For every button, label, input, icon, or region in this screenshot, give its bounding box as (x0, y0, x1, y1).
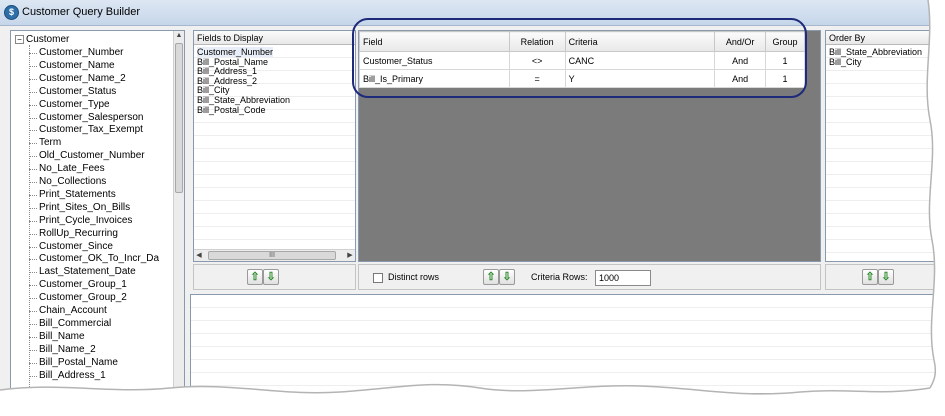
tree-item[interactable]: No_Late_Fees (29, 163, 105, 174)
results-grid[interactable] (190, 294, 945, 394)
criteria-cell-criteria[interactable]: Y (564, 69, 716, 88)
tree-item[interactable]: Last_Statement_Date (29, 266, 136, 277)
criteria-toolbar: Distinct rows ⇧ ⇩ Criteria Rows: 1000 (358, 264, 821, 290)
col-header-relation[interactable]: Relation (508, 31, 566, 52)
tree-item[interactable]: RollUp_Recurring (29, 228, 118, 239)
tree-item[interactable]: Customer_Since (29, 241, 113, 252)
order-by-list[interactable]: Order By Bill_State_Abbreviation Bill_Cit… (825, 30, 945, 262)
tree-item[interactable]: Customer_Name_2 (29, 73, 126, 84)
criteria-cell-criteria[interactable]: CANC (564, 51, 716, 70)
tree-item[interactable]: Print_Cycle_Invoices (28, 215, 132, 226)
tree-item[interactable]: Bill_Postal_Name (29, 357, 118, 368)
app-icon: $ (4, 5, 19, 20)
tree-item[interactable]: Print_Statements (29, 189, 116, 200)
scroll-up-icon[interactable]: ▲ (174, 31, 184, 41)
move-down-icon[interactable]: ⇩ (499, 269, 515, 285)
criteria-cell-field[interactable]: Bill_Is_Primary (359, 69, 510, 88)
tree-item[interactable]: Bill_Address_1 (29, 370, 106, 381)
tree-connector (29, 45, 30, 389)
title-bar: $ Customer Query Builder (0, 0, 945, 26)
fields-list-item[interactable]: Bill_Address_1 (197, 66, 257, 76)
fields-list-item[interactable]: Bill_Address_2 (197, 76, 257, 86)
order-by-toolbar: ⇧ ⇩ (825, 264, 945, 290)
move-down-icon[interactable]: ⇩ (878, 269, 894, 285)
tree-item[interactable]: Customer_Tax_Exempt (29, 124, 143, 135)
criteria-table: Field Relation Criteria And/Or Group Cus… (359, 31, 805, 88)
move-up-icon[interactable]: ⇧ (247, 269, 263, 285)
col-header-field[interactable]: Field (359, 31, 510, 52)
tree-item[interactable]: Term (28, 137, 61, 148)
window-control-button[interactable] (929, 3, 945, 21)
tree-vertical-scrollbar[interactable]: ▲ (173, 31, 184, 389)
criteria-cell-field[interactable]: Customer_Status (359, 51, 510, 70)
fields-to-display-list[interactable]: Fields to Display Customer_Number Bill_Po… (193, 30, 356, 262)
window-title: Customer Query Builder (22, 6, 140, 18)
collapse-icon[interactable]: − (15, 34, 24, 44)
tree-item[interactable]: Bill_Name (29, 331, 85, 342)
tree-item[interactable]: Customer_Status (28, 86, 116, 97)
col-header-group[interactable]: Group (765, 31, 805, 52)
fields-toolbar: ⇧ ⇩ (193, 264, 356, 290)
order-by-item[interactable]: Bill_City (829, 57, 862, 67)
scroll-right-icon[interactable]: ▶ (345, 250, 355, 261)
order-by-header: Order By (826, 31, 944, 45)
distinct-rows-checkbox[interactable] (373, 273, 383, 283)
scroll-left-icon[interactable]: ◀ (194, 250, 204, 261)
fields-list-item[interactable]: Bill_Postal_Name (197, 57, 268, 67)
criteria-grid: Field Relation Criteria And/Or Group Cus… (358, 30, 821, 262)
criteria-cell-group[interactable]: 1 (765, 51, 805, 70)
tree-item[interactable]: Customer_Salesperson (29, 112, 144, 123)
criteria-cell-and-or[interactable]: And (714, 51, 767, 70)
tree-item[interactable]: Customer_Group_1 (29, 279, 127, 290)
col-header-criteria[interactable]: Criteria (564, 31, 716, 52)
criteria-row[interactable]: Bill_Is_Primary = Y And 1 (359, 69, 805, 88)
tree-item[interactable]: Customer_Name (29, 60, 115, 71)
tree-root-label: Customer (26, 34, 70, 45)
tree-item[interactable]: Customer_Type (29, 99, 110, 110)
tree-item[interactable]: Customer_OK_To_Incr_Da (28, 253, 159, 264)
scroll-thumb[interactable] (175, 43, 183, 193)
tree-item[interactable]: Print_Sites_On_Bills (28, 202, 130, 213)
distinct-rows-label: Distinct rows (388, 272, 440, 282)
fields-horizontal-scrollbar[interactable]: ◀ III ▶ (194, 249, 355, 261)
criteria-row[interactable]: Customer_Status <> CANC And 1 (359, 51, 805, 70)
fields-list-item[interactable]: Customer_Number (197, 47, 274, 57)
tree-root[interactable]: − Customer (15, 34, 69, 45)
move-up-icon[interactable]: ⇧ (862, 269, 878, 285)
fields-list-item[interactable]: Bill_Postal_Code (197, 105, 266, 115)
fields-to-display-header: Fields to Display (194, 31, 355, 45)
tree-item[interactable]: Bill_Commercial (28, 318, 111, 329)
tree-item[interactable]: Customer_Number (28, 47, 123, 58)
criteria-cell-and-or[interactable]: And (714, 69, 767, 88)
tree-item[interactable]: Chain_Account (29, 305, 107, 316)
tree-item[interactable]: No_Collections (28, 176, 106, 187)
criteria-cell-group[interactable]: 1 (765, 69, 805, 88)
fields-list-item[interactable]: Bill_City (197, 85, 230, 95)
criteria-cell-relation[interactable]: <> (508, 51, 566, 70)
criteria-cell-relation[interactable]: = (508, 69, 566, 88)
scroll-thumb[interactable]: III (208, 251, 336, 260)
tree-item[interactable]: Bill_Name_2 (29, 344, 96, 355)
move-down-icon[interactable]: ⇩ (263, 269, 279, 285)
col-header-and-or[interactable]: And/Or (714, 31, 767, 52)
criteria-rows-input[interactable]: 1000 (595, 270, 651, 286)
fields-list-item[interactable]: Bill_State_Abbreviation (197, 95, 290, 105)
criteria-rows-label: Criteria Rows: (531, 272, 588, 282)
field-tree[interactable]: − Customer Customer_Number Customer_Name Cu… (10, 30, 185, 390)
tree-item[interactable]: Customer_Group_2 (29, 292, 127, 303)
query-builder-window: $ Customer Query Builder − Customer Custo… (0, 0, 945, 416)
order-by-item[interactable]: Bill_State_Abbreviation (829, 47, 922, 57)
tree-item[interactable]: Old_Customer_Number (29, 150, 145, 161)
move-up-icon[interactable]: ⇧ (483, 269, 499, 285)
